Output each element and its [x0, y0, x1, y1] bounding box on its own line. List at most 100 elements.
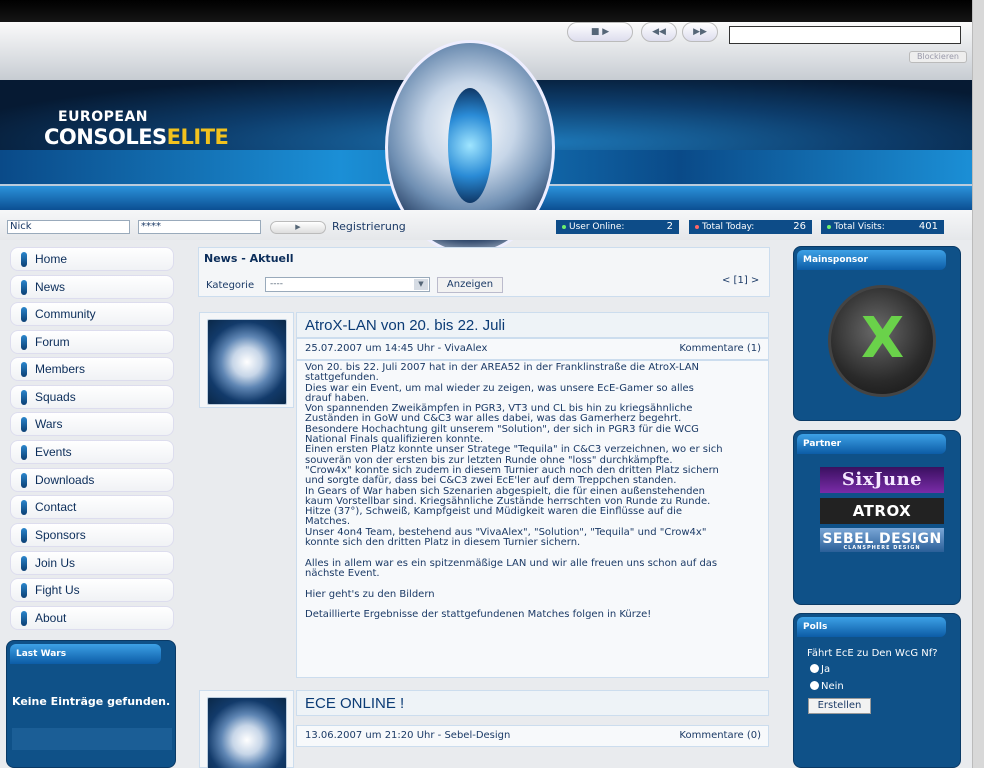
rewind-icon: ◀◀	[652, 27, 666, 37]
nav-bullet-icon	[21, 362, 27, 377]
article-thumb-frame	[199, 690, 294, 768]
comments-link[interactable]: Kommentare (1)	[679, 343, 761, 354]
mainsponsor-title: Mainsponsor	[797, 250, 946, 270]
article-text: Von 20. bis 22. Juli 2007 hat in der ARE…	[305, 362, 723, 621]
nav-join-us[interactable]: Join Us	[10, 551, 174, 575]
visits-dot-icon	[827, 224, 831, 229]
partner-title: Partner	[797, 434, 946, 454]
nav-label: Home	[35, 252, 68, 266]
top-black-bar	[0, 0, 972, 22]
polls-title: Polls	[797, 617, 946, 637]
nav-label: Join Us	[35, 556, 76, 570]
nav-bullet-icon	[21, 445, 27, 460]
nav-forum[interactable]: Forum	[10, 330, 174, 354]
nav-sponsors[interactable]: Sponsors	[10, 523, 174, 547]
logo-word-consoles: CONSOLES	[44, 125, 167, 149]
article-date: 13.06.2007 um 21:20 Uhr -	[305, 730, 445, 741]
password-input[interactable]: ****	[138, 220, 261, 234]
article-thumb-frame	[199, 312, 294, 408]
stat-value: 2	[666, 221, 673, 232]
last-wars-empty: Keine Einträge gefunden.	[12, 695, 171, 708]
poll-option-label: Ja	[821, 664, 831, 675]
article-thumbnail	[207, 697, 287, 768]
nav-downloads[interactable]: Downloads	[10, 468, 174, 492]
stat-label: User Online:	[569, 222, 625, 232]
nav-wars[interactable]: Wars	[10, 412, 174, 436]
radio-icon[interactable]	[810, 664, 819, 673]
nav-bullet-icon	[21, 307, 27, 322]
arrow-right-icon: ▶	[295, 223, 301, 231]
nav-home[interactable]: Home	[10, 247, 174, 271]
nav-bullet-icon	[21, 280, 27, 295]
nav-bullet-icon	[21, 611, 27, 626]
last-wars-title: Last Wars	[10, 644, 161, 664]
radio-icon[interactable]	[810, 681, 819, 690]
nav-bullet-icon	[21, 528, 27, 543]
stat-users-online: User Online: 2	[556, 220, 679, 234]
show-button[interactable]: Anzeigen	[437, 277, 503, 293]
stat-value: 401	[918, 221, 938, 232]
article-title[interactable]: ECE ONLINE !	[296, 690, 769, 716]
xbox-logo-icon[interactable]	[828, 285, 936, 397]
pagination[interactable]: < [1] >	[722, 275, 759, 286]
nav-bullet-icon	[21, 417, 27, 432]
stat-total-visits: Total Visits: 401	[821, 220, 944, 234]
category-select[interactable]: ---- ▼	[265, 277, 430, 292]
username-input[interactable]: Nick	[7, 220, 130, 234]
nav-bullet-icon	[21, 583, 27, 598]
logo-line1: EUROPEAN	[58, 109, 148, 125]
partner-sixjune[interactable]: SixJune	[820, 467, 944, 493]
nav-label: About	[35, 611, 67, 625]
nav-label: Community	[35, 307, 96, 321]
article-thumbnail	[207, 319, 287, 405]
stat-label: Total Today:	[702, 222, 755, 232]
chevron-down-icon: ▼	[414, 279, 428, 290]
partner-atrox-faction[interactable]: ATROX FACTION	[820, 498, 944, 546]
play-icon: ■ ▶	[590, 27, 610, 37]
article-author[interactable]: VivaAlex	[444, 343, 487, 354]
login-button[interactable]: ▶	[270, 221, 326, 234]
article-author[interactable]: Sebel-Design	[444, 730, 510, 741]
nav-label: Squads	[35, 390, 76, 404]
nav-bullet-icon	[21, 252, 27, 267]
nav-label: Forum	[35, 335, 70, 349]
comments-link[interactable]: Kommentare (0)	[679, 730, 761, 741]
nav-label: Events	[35, 445, 72, 459]
nav-bullet-icon	[21, 500, 27, 515]
vertical-scrollbar[interactable]	[972, 0, 984, 768]
play-button[interactable]: ■ ▶	[567, 22, 633, 42]
nav-label: Contact	[35, 500, 77, 514]
nav-events[interactable]: Events	[10, 440, 174, 464]
poll-submit-button[interactable]: Erstellen	[808, 698, 871, 714]
nav-about[interactable]: About	[10, 606, 174, 630]
category-value: ----	[270, 279, 283, 289]
partner-sebel-design[interactable]: SEBEL DESIGN CLANSPHERE DESIGN	[820, 528, 944, 552]
logo-word-elite: ELITE	[166, 125, 229, 149]
category-label: Kategorie	[206, 280, 255, 291]
forward-button[interactable]: ▶▶	[682, 22, 718, 42]
poll-option-ja[interactable]: Ja	[810, 664, 830, 675]
article-meta: 25.07.2007 um 14:45 Uhr - VivaAlex Kommen…	[296, 338, 769, 360]
nav-contact[interactable]: Contact	[10, 495, 174, 519]
article-title[interactable]: AtroX-LAN von 20. bis 22. Juli	[296, 312, 769, 338]
site-logo[interactable]: CONSOLESELITE	[44, 125, 229, 149]
nav-fight-us[interactable]: Fight Us	[10, 578, 174, 602]
nav-label: Wars	[35, 417, 63, 431]
nav-bullet-icon	[21, 390, 27, 405]
nav-bullet-icon	[21, 473, 27, 488]
register-link[interactable]: Registrierung	[332, 220, 406, 233]
address-input[interactable]	[729, 26, 961, 44]
nav-members[interactable]: Members	[10, 357, 174, 381]
article-body: Von 20. bis 22. Juli 2007 hat in der ARE…	[296, 360, 769, 678]
block-button[interactable]: Blockieren	[909, 51, 967, 63]
nav-label: Sponsors	[35, 528, 86, 542]
nav-label: Fight Us	[35, 583, 80, 597]
nav-news[interactable]: News	[10, 275, 174, 299]
rewind-button[interactable]: ◀◀	[641, 22, 677, 42]
nav-squads[interactable]: Squads	[10, 385, 174, 409]
last-wars-strip	[12, 728, 172, 750]
forward-icon: ▶▶	[693, 27, 707, 37]
nav-community[interactable]: Community	[10, 302, 174, 326]
stat-label: Total Visits:	[834, 222, 885, 232]
poll-option-nein[interactable]: Nein	[810, 681, 844, 692]
